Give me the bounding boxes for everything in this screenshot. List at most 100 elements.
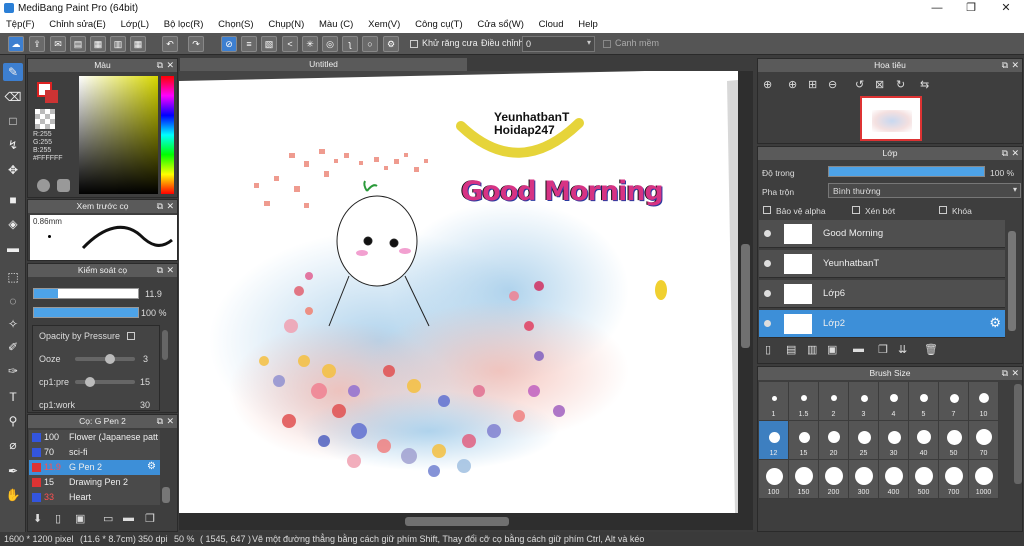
zoom-in-icon[interactable]: ⊕ xyxy=(763,78,772,91)
delete-layer-icon[interactable]: 🗑 xyxy=(924,343,938,356)
brush-size-cell[interactable]: 15 xyxy=(789,421,819,460)
close-icon[interactable]: ✕ xyxy=(1011,59,1019,72)
brush-size-cell[interactable]: 1.5 xyxy=(789,382,819,421)
undock-icon[interactable]: ⧉ xyxy=(1002,147,1008,160)
brush-size-cell[interactable]: 1000 xyxy=(969,460,999,499)
parallel-snap-icon[interactable]: ≡ xyxy=(241,36,257,52)
fill-tool-icon[interactable]: ◈ xyxy=(3,215,23,233)
cross-snap-icon[interactable]: ▧ xyxy=(261,36,277,52)
menu-snap[interactable]: Chụp(N) xyxy=(262,17,310,33)
color-wheel-icon[interactable] xyxy=(37,179,50,192)
cp1-slider[interactable] xyxy=(75,380,135,384)
brush-size-cell[interactable]: 70 xyxy=(969,421,999,460)
navigator-preview[interactable] xyxy=(860,96,922,141)
brush-size-scrollbar[interactable] xyxy=(1014,384,1022,484)
no-snap-icon[interactable]: ⊘ xyxy=(221,36,237,52)
brush-size-cell[interactable]: 10 xyxy=(969,382,999,421)
brush-list-item[interactable]: 15 Drawing Pen 2 xyxy=(29,475,160,490)
brush-settings-icon[interactable]: ⚙ xyxy=(147,461,156,472)
canvas-hscroll-thumb[interactable] xyxy=(405,517,509,526)
brush-size-cell[interactable]: 2 xyxy=(819,382,849,421)
curve-tool-icon[interactable]: ↯ xyxy=(3,136,23,154)
menu-tools[interactable]: Công cụ(T) xyxy=(409,17,469,33)
brush-control-scrollbar[interactable] xyxy=(162,330,168,360)
folder-icon[interactable]: ▬ xyxy=(123,512,134,524)
undock-icon[interactable]: ⧉ xyxy=(157,264,163,277)
opacity-by-pressure-checkbox[interactable] xyxy=(127,332,135,340)
brush-size-cell[interactable]: 300 xyxy=(849,460,879,499)
palette-icon[interactable] xyxy=(57,179,70,192)
operation-tool-icon[interactable]: ⚲ xyxy=(3,412,23,430)
brush-size-slider[interactable] xyxy=(33,288,139,299)
brush-size-cell[interactable]: 500 xyxy=(909,460,939,499)
cp1-knob[interactable] xyxy=(85,377,95,387)
brush-size-cell[interactable]: 7 xyxy=(939,382,969,421)
lock-checkbox[interactable] xyxy=(939,206,947,214)
eraser-tool-icon[interactable]: ⌫ xyxy=(3,88,23,106)
gradient-tool-icon[interactable]: ▬ xyxy=(3,239,23,257)
ooze-knob[interactable] xyxy=(105,354,115,364)
brush-list-item[interactable]: 70 sci-fi xyxy=(29,445,160,460)
blend-mode-select[interactable]: Bình thường ▾ xyxy=(828,183,1021,198)
dropper-tool-icon[interactable]: ⌀ xyxy=(3,436,23,454)
shape-tool-icon[interactable]: ■ xyxy=(3,191,23,209)
antialias-checkbox[interactable] xyxy=(410,40,418,48)
close-icon[interactable]: ✕ xyxy=(1011,147,1019,160)
brush-size-cell[interactable]: 3 xyxy=(849,382,879,421)
redo-icon[interactable]: ↷ xyxy=(188,36,204,52)
flip-icon[interactable]: ⇆ xyxy=(920,78,929,91)
menu-view[interactable]: Xem(V) xyxy=(362,17,406,33)
visibility-icon[interactable] xyxy=(764,230,771,237)
move-tool-icon[interactable]: ✥ xyxy=(3,161,23,179)
adjust-select[interactable]: 0 ▾ xyxy=(522,36,595,52)
drawing-canvas[interactable] xyxy=(179,71,738,513)
layer-row[interactable]: YeunhatbanT xyxy=(759,250,1005,278)
brush-size-cell[interactable]: 200 xyxy=(819,460,849,499)
layer-opacity-slider[interactable] xyxy=(828,166,985,177)
layout-icon[interactable]: ▥ xyxy=(110,36,126,52)
brush-size-cell[interactable]: 12 xyxy=(759,421,789,460)
layer-row[interactable]: Lớp6 xyxy=(759,280,1005,308)
brush-list-item[interactable]: 100 Flower (Japanese patt xyxy=(29,430,160,445)
menu-layer[interactable]: Lớp(L) xyxy=(115,17,155,33)
rotate-left-icon[interactable]: ↺ xyxy=(855,78,864,91)
menu-color[interactable]: Màu (C) xyxy=(313,17,359,33)
duplicate-icon[interactable]: ❐ xyxy=(145,512,155,525)
undock-icon[interactable]: ⧉ xyxy=(157,415,163,428)
page-icon[interactable]: ▤ xyxy=(70,36,86,52)
grid-icon[interactable]: ▦ xyxy=(130,36,146,52)
brush-size-cell[interactable]: 1 xyxy=(759,382,789,421)
close-icon[interactable]: ✕ xyxy=(166,59,174,72)
undock-icon[interactable]: ⧉ xyxy=(157,200,163,213)
menu-file[interactable]: Tệp(F) xyxy=(0,17,41,33)
brush-size-cell[interactable]: 100 xyxy=(759,460,789,499)
brush-size-cell[interactable]: 4 xyxy=(879,382,909,421)
duplicate-layer-icon[interactable]: ❐ xyxy=(878,343,888,356)
reset-icon[interactable]: ⊠ xyxy=(875,78,884,91)
new-brush-icon[interactable]: ▯ xyxy=(55,512,61,525)
brush-size-cell[interactable]: 700 xyxy=(939,460,969,499)
protect-alpha-checkbox[interactable] xyxy=(763,206,771,214)
transparent-swatch[interactable] xyxy=(35,109,55,129)
cloud-icon[interactable]: ☁ xyxy=(8,36,24,52)
download-brush-icon[interactable]: ⬇ xyxy=(33,512,42,525)
brush-size-cell[interactable]: 20 xyxy=(819,421,849,460)
smoothing-checkbox[interactable] xyxy=(603,40,611,48)
brush-size-cell[interactable]: 50 xyxy=(939,421,969,460)
hand-tool-icon[interactable]: ✋ xyxy=(3,486,23,504)
circle-snap-icon[interactable]: ◎ xyxy=(322,36,338,52)
magic-wand-icon[interactable]: ✧ xyxy=(3,315,23,333)
layer-list-scrollbar[interactable] xyxy=(1008,231,1016,331)
canvas-vscroll[interactable] xyxy=(738,71,753,513)
comment-icon[interactable]: ✉ xyxy=(50,36,66,52)
close-icon[interactable]: ✕ xyxy=(1011,367,1019,380)
close-icon[interactable]: ✕ xyxy=(166,200,174,213)
rotate-right-icon[interactable]: ↻ xyxy=(896,78,905,91)
ellipse-snap-icon[interactable]: ○ xyxy=(362,36,378,52)
menu-select[interactable]: Chọn(S) xyxy=(212,17,259,33)
canvas-tab[interactable]: Untitled xyxy=(180,58,467,71)
new-8bit-layer-icon[interactable]: ▤ xyxy=(786,343,796,356)
brush-list-scrollbar[interactable] xyxy=(162,487,170,503)
new-layer-icon[interactable]: ▯ xyxy=(765,343,771,356)
menu-help[interactable]: Help xyxy=(572,17,604,33)
